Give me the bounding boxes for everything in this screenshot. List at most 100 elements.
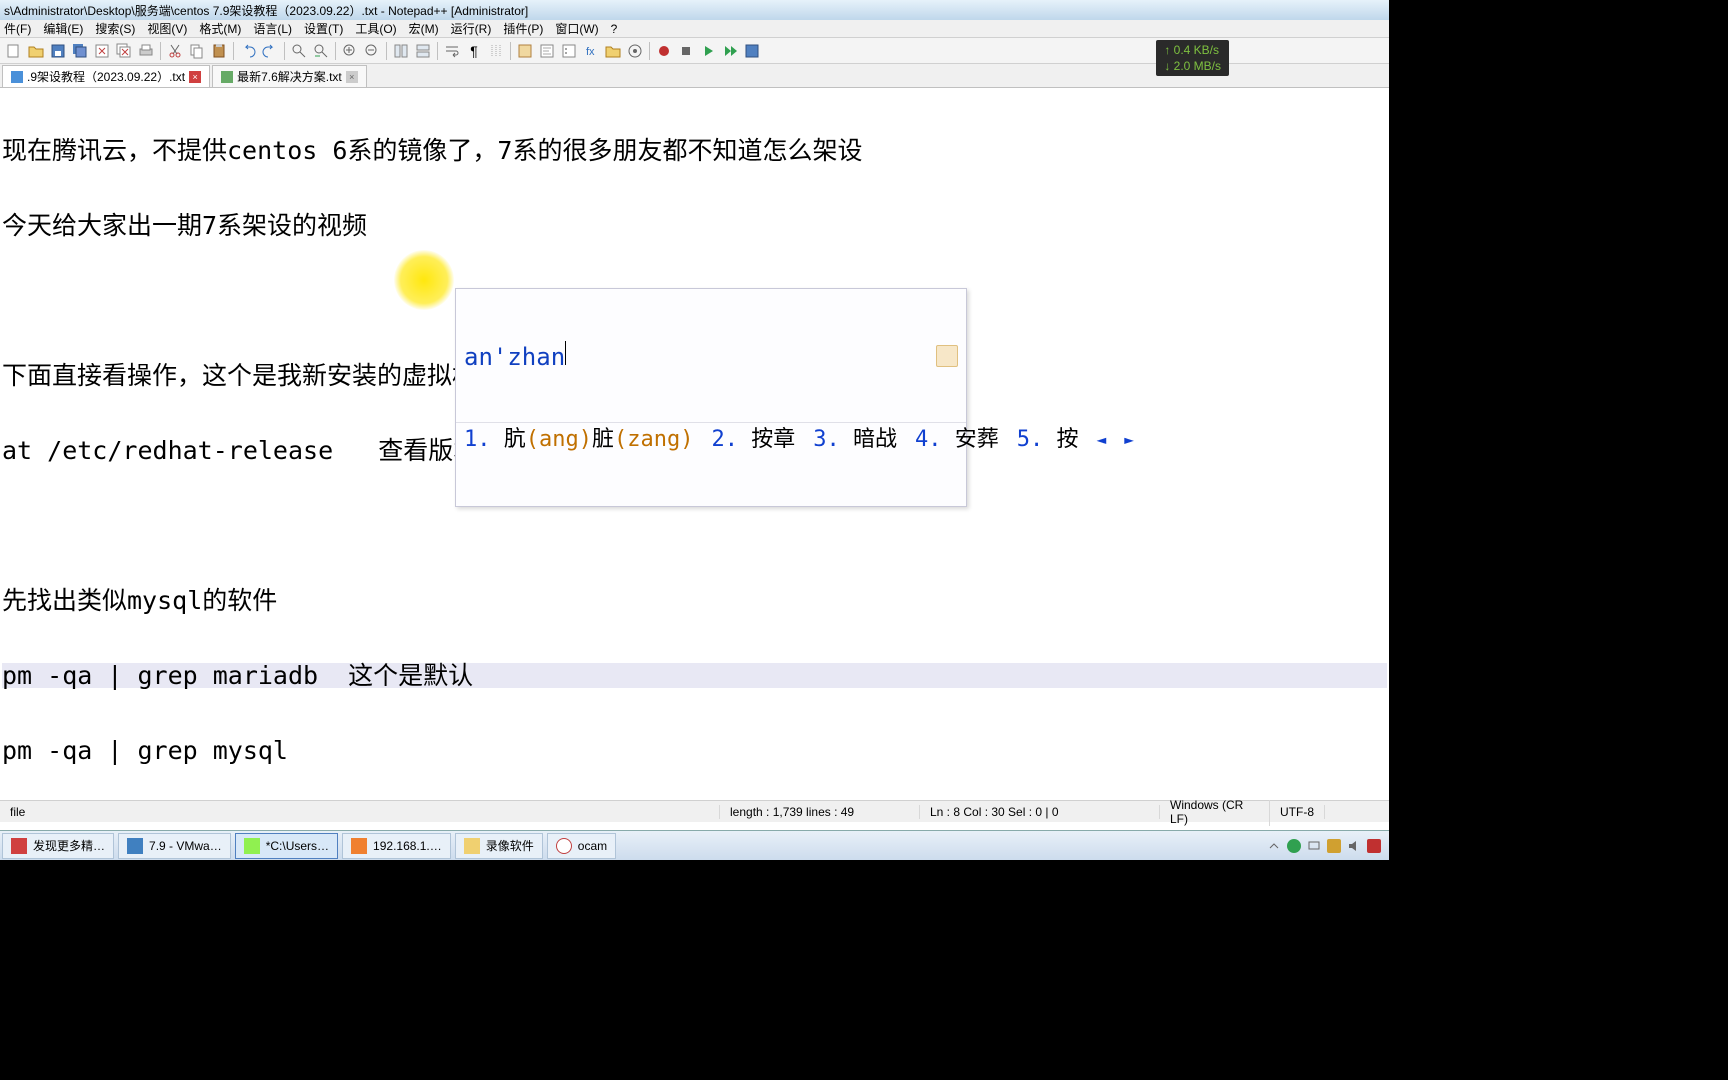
record-macro-icon[interactable]: [654, 41, 674, 61]
status-position: Ln : 8 Col : 30 Sel : 0 | 0: [920, 805, 1160, 819]
taskbar-item-recorder[interactable]: 录像软件: [455, 833, 543, 859]
ocam-icon: [556, 838, 572, 854]
ime-prev-icon[interactable]: ◄: [1097, 427, 1107, 452]
ime-candidate[interactable]: 5. 按: [1017, 427, 1079, 452]
redo-icon[interactable]: [260, 41, 280, 61]
tray-security-icon[interactable]: [1287, 839, 1301, 853]
menubar: 件(F) 编辑(E) 搜索(S) 视图(V) 格式(M) 语言(L) 设置(T)…: [0, 20, 1389, 38]
taskbar-item-notepadpp[interactable]: *C:\Users…: [235, 833, 338, 859]
ime-candidate[interactable]: 4. 安葬: [915, 427, 999, 452]
upload-speed: ↑ 0.4 KB/s: [1164, 42, 1221, 58]
editor-area[interactable]: 现在腾讯云，不提供centos 6系的镜像了，7系的很多朋友都不知道怎么架设 今…: [0, 88, 1389, 800]
menu-language[interactable]: 语言(L): [253, 20, 292, 37]
ime-candidate[interactable]: 3. 暗战: [813, 427, 897, 452]
ime-candidates: 1. 肮(ang)脏(zang) 2. 按章 3. 暗战 4. 安葬 5. 按 …: [456, 422, 966, 456]
tab-centos-tutorial[interactable]: .9架设教程（2023.09.22）.txt ×: [2, 65, 210, 87]
copy-icon[interactable]: [187, 41, 207, 61]
new-file-icon[interactable]: [4, 41, 24, 61]
text-line: pm -qa | grep mariadb 这个是默认: [2, 663, 1387, 688]
taskbar-label: 192.168.1.…: [373, 839, 442, 853]
tab-label: 最新7.6解决方案.txt: [237, 68, 342, 85]
zoom-out-icon[interactable]: [362, 41, 382, 61]
tab-close-icon[interactable]: ×: [189, 71, 201, 83]
folder-workspace-icon[interactable]: [603, 41, 623, 61]
open-file-icon[interactable]: [26, 41, 46, 61]
taskbar-label: 录像软件: [486, 837, 534, 854]
tray-network-icon[interactable]: [1307, 839, 1321, 853]
sync-v-icon[interactable]: [391, 41, 411, 61]
tray-sound-icon[interactable]: [1347, 839, 1361, 853]
vmware-icon: [127, 838, 143, 854]
show-all-chars-icon[interactable]: ¶: [464, 41, 484, 61]
menu-window[interactable]: 窗口(W): [555, 20, 598, 37]
menu-edit[interactable]: 编辑(E): [43, 20, 83, 37]
ime-candidate[interactable]: 1. 肮(ang)脏(zang): [464, 427, 694, 452]
file-icon: [221, 71, 233, 83]
status-encoding[interactable]: UTF-8: [1270, 805, 1325, 819]
indent-guide-icon[interactable]: [486, 41, 506, 61]
stop-macro-icon[interactable]: [676, 41, 696, 61]
function-list-icon[interactable]: fx: [581, 41, 601, 61]
menu-encoding[interactable]: 格式(M): [199, 20, 241, 37]
separator: [510, 42, 511, 60]
undo-icon[interactable]: [238, 41, 258, 61]
menu-search[interactable]: 搜索(S): [95, 20, 135, 37]
tab-close-icon[interactable]: ×: [346, 71, 358, 83]
find-icon[interactable]: [289, 41, 309, 61]
doc-list-icon[interactable]: [559, 41, 579, 61]
ime-candidate[interactable]: 2. 按章: [712, 427, 796, 452]
ime-next-icon[interactable]: ►: [1124, 427, 1134, 452]
close-all-icon[interactable]: [114, 41, 134, 61]
taskbar-item-xshell[interactable]: 192.168.1.…: [342, 833, 451, 859]
taskbar-item[interactable]: 发现更多精…: [2, 833, 114, 859]
tab-label: .9架设教程（2023.09.22）.txt: [27, 68, 185, 85]
status-file: file: [0, 805, 720, 819]
tray-ime-icon[interactable]: [1327, 839, 1341, 853]
menu-view[interactable]: 视图(V): [147, 20, 187, 37]
text-line: pm -qa | grep mysql: [2, 738, 1387, 763]
save-macro-icon[interactable]: [742, 41, 762, 61]
menu-settings[interactable]: 设置(T): [304, 20, 343, 37]
sync-h-icon[interactable]: [413, 41, 433, 61]
menu-tools[interactable]: 工具(O): [355, 20, 396, 37]
menu-plugins[interactable]: 插件(P): [503, 20, 543, 37]
play-macro-icon[interactable]: [698, 41, 718, 61]
menu-file[interactable]: 件(F): [4, 20, 31, 37]
menu-macro[interactable]: 宏(M): [409, 20, 439, 37]
paste-icon[interactable]: [209, 41, 229, 61]
systray: [1259, 839, 1389, 853]
separator: [335, 42, 336, 60]
separator: [160, 42, 161, 60]
word-wrap-icon[interactable]: [442, 41, 462, 61]
taskbar-item-ocam[interactable]: ocam: [547, 833, 616, 859]
statusbar: file length : 1,739 lines : 49 Ln : 8 Co…: [0, 800, 1389, 822]
replace-icon[interactable]: [311, 41, 331, 61]
text-line: 今天给大家出一期7系架设的视频: [2, 213, 1387, 238]
titlebar: s\Administrator\Desktop\服务端\centos 7.9架设…: [0, 0, 1389, 20]
text-line: 现在腾讯云，不提供centos 6系的镜像了，7系的很多朋友都不知道怎么架设: [2, 138, 1387, 163]
doc-map-icon[interactable]: [537, 41, 557, 61]
save-all-icon[interactable]: [70, 41, 90, 61]
user-lang-icon[interactable]: [515, 41, 535, 61]
print-icon[interactable]: [136, 41, 156, 61]
save-icon[interactable]: [48, 41, 68, 61]
separator: [649, 42, 650, 60]
menu-run[interactable]: 运行(R): [451, 20, 492, 37]
ime-input-text: an'zhan: [464, 343, 565, 371]
taskbar-label: 7.9 - VMwa…: [149, 839, 222, 853]
menu-help[interactable]: ?: [611, 22, 618, 36]
tray-app-icon[interactable]: [1367, 839, 1381, 853]
status-eol[interactable]: Windows (CR LF): [1160, 798, 1270, 826]
cut-icon[interactable]: [165, 41, 185, 61]
ime-input-row: an'zhan: [456, 339, 966, 372]
tray-up-icon[interactable]: [1267, 839, 1281, 853]
ime-popup[interactable]: an'zhan 1. 肮(ang)脏(zang) 2. 按章 3. 暗战 4. …: [455, 288, 967, 507]
zoom-in-icon[interactable]: [340, 41, 360, 61]
tab-solution-76[interactable]: 最新7.6解决方案.txt ×: [212, 65, 367, 87]
taskbar-item-vmware[interactable]: 7.9 - VMwa…: [118, 833, 231, 859]
monitoring-icon[interactable]: [625, 41, 645, 61]
text-caret: [565, 341, 566, 365]
text-line: 先找出类似mysql的软件: [2, 588, 1387, 613]
close-icon[interactable]: [92, 41, 112, 61]
play-multi-icon[interactable]: [720, 41, 740, 61]
